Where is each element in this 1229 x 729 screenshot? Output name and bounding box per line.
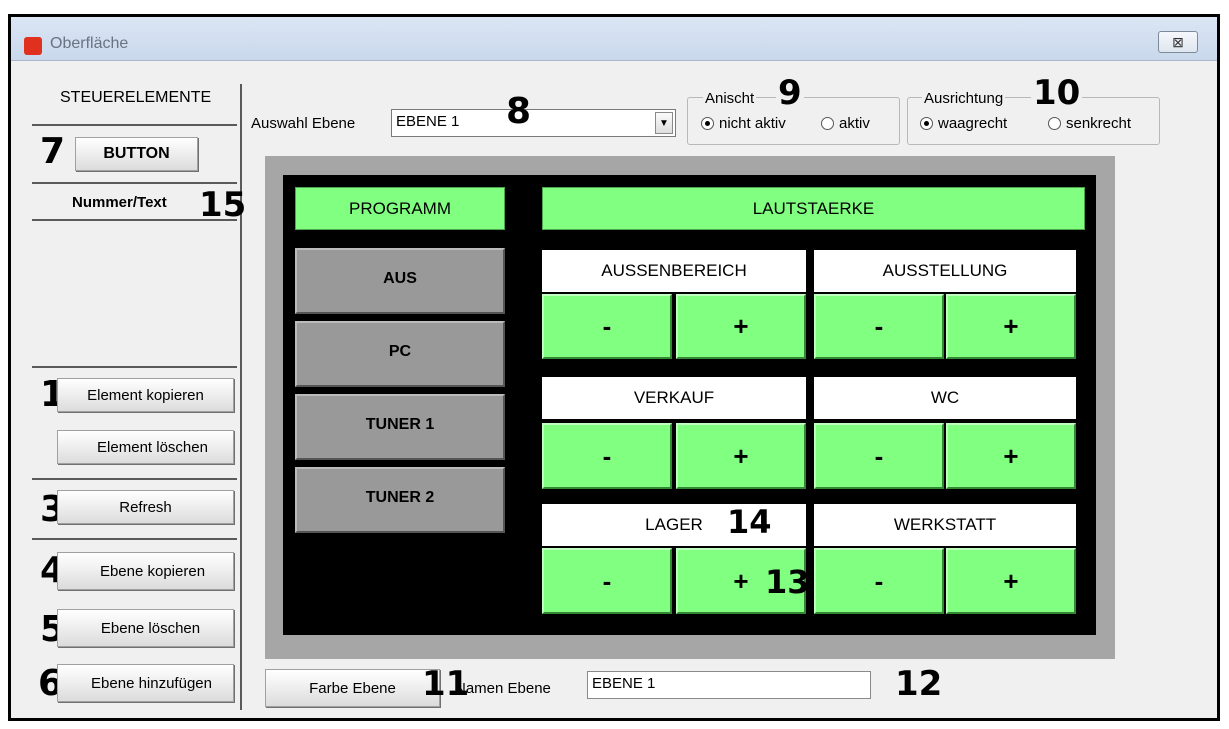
button-tool[interactable]: BUTTON: [75, 137, 198, 171]
namen-ebene-label: Namen Ebene: [455, 680, 551, 697]
ausrichtung-senkrecht-label: senkrecht: [1066, 115, 1132, 132]
close-button[interactable]: ⊠: [1158, 31, 1198, 53]
separator: [32, 182, 237, 184]
program-button-aus[interactable]: AUS: [295, 248, 505, 314]
ansicht-nicht-aktiv-radio[interactable]: [701, 117, 714, 130]
annotation-8: 8: [506, 91, 532, 132]
volume-down-werkstatt[interactable]: -: [814, 548, 944, 614]
namen-ebene-value: EBENE 1: [592, 675, 656, 692]
annotation-9: 9: [776, 73, 804, 113]
ausrichtung-senkrecht-radio[interactable]: [1048, 117, 1061, 130]
zone-label-ausstellung: AUSSTELLUNG: [814, 250, 1076, 292]
volume-down-lager[interactable]: -: [542, 548, 672, 614]
volume-up-ausstellung[interactable]: +: [946, 294, 1076, 359]
sidebar-heading: STEUERELEMENTE: [60, 89, 212, 106]
app-icon: [24, 37, 42, 55]
volume-up-werkstatt[interactable]: +: [946, 548, 1076, 614]
chevron-down-icon[interactable]: ▼: [655, 112, 673, 134]
zone-label-wc: WC: [814, 377, 1076, 419]
zone-label-verkauf: VERKAUF: [542, 377, 806, 419]
separator: [32, 478, 237, 480]
element-loeschen-button[interactable]: Element löschen: [57, 430, 234, 464]
programm-header: PROGRAMM: [295, 187, 505, 230]
title-bar: [11, 17, 1217, 61]
window-title: Oberfläche: [50, 35, 129, 52]
separator: [32, 538, 237, 540]
ansicht-nicht-aktiv-label: nicht aktiv: [719, 115, 786, 132]
ansicht-aktiv-label: aktiv: [839, 115, 870, 132]
namen-ebene-input[interactable]: EBENE 1: [587, 671, 871, 699]
sidebar-divider: [240, 84, 242, 710]
annotation-14: 14: [727, 503, 772, 541]
lautstaerke-header: LAUTSTAERKE: [542, 187, 1085, 230]
annotation-12: 12: [895, 664, 943, 704]
ebene-loeschen-button[interactable]: Ebene löschen: [57, 609, 234, 647]
volume-down-ausstellung[interactable]: -: [814, 294, 944, 359]
program-button-tuner-2[interactable]: TUNER 2: [295, 467, 505, 533]
separator: [32, 366, 237, 368]
annotation-10: 10: [1031, 73, 1083, 113]
volume-up-verkauf[interactable]: +: [676, 423, 806, 489]
separator: [32, 219, 237, 221]
volume-down-verkauf[interactable]: -: [542, 423, 672, 489]
element-kopieren-button[interactable]: Element kopieren: [57, 378, 234, 412]
ansicht-aktiv-radio[interactable]: [821, 117, 834, 130]
zone-label-werkstatt: WERKSTATT: [814, 504, 1076, 546]
separator: [32, 124, 237, 126]
ausrichtung-group-title: Ausrichtung: [922, 90, 1006, 107]
auswahl-ebene-select[interactable]: EBENE 1: [391, 109, 676, 137]
program-button-tuner-1[interactable]: TUNER 1: [295, 394, 505, 460]
volume-up-aussenbereich[interactable]: +: [676, 294, 806, 359]
ausrichtung-waagrecht-radio[interactable]: [920, 117, 933, 130]
volume-down-aussenbereich[interactable]: -: [542, 294, 672, 359]
volume-down-wc[interactable]: -: [814, 423, 944, 489]
program-button-pc[interactable]: PC: [295, 321, 505, 387]
volume-up-wc[interactable]: +: [946, 423, 1076, 489]
ausrichtung-waagrecht-label: waagrecht: [938, 115, 1008, 132]
annotation-13: 13: [765, 563, 810, 601]
annotation-15: 15: [199, 185, 247, 225]
farbe-ebene-button[interactable]: Farbe Ebene: [265, 669, 440, 707]
annotation-7: 7: [40, 131, 66, 172]
auswahl-ebene-label: Auswahl Ebene: [251, 115, 356, 132]
ebene-hinzufuegen-button[interactable]: Ebene hinzufügen: [57, 664, 234, 702]
auswahl-ebene-value: EBENE 1: [396, 113, 460, 130]
ansicht-group-title: Anischt: [703, 90, 757, 107]
refresh-button[interactable]: Refresh: [57, 490, 234, 524]
nummer-text-tool[interactable]: Nummer/Text: [72, 194, 167, 211]
zone-label-aussenbereich: AUSSENBEREICH: [542, 250, 806, 292]
ebene-kopieren-button[interactable]: Ebene kopieren: [57, 552, 234, 590]
